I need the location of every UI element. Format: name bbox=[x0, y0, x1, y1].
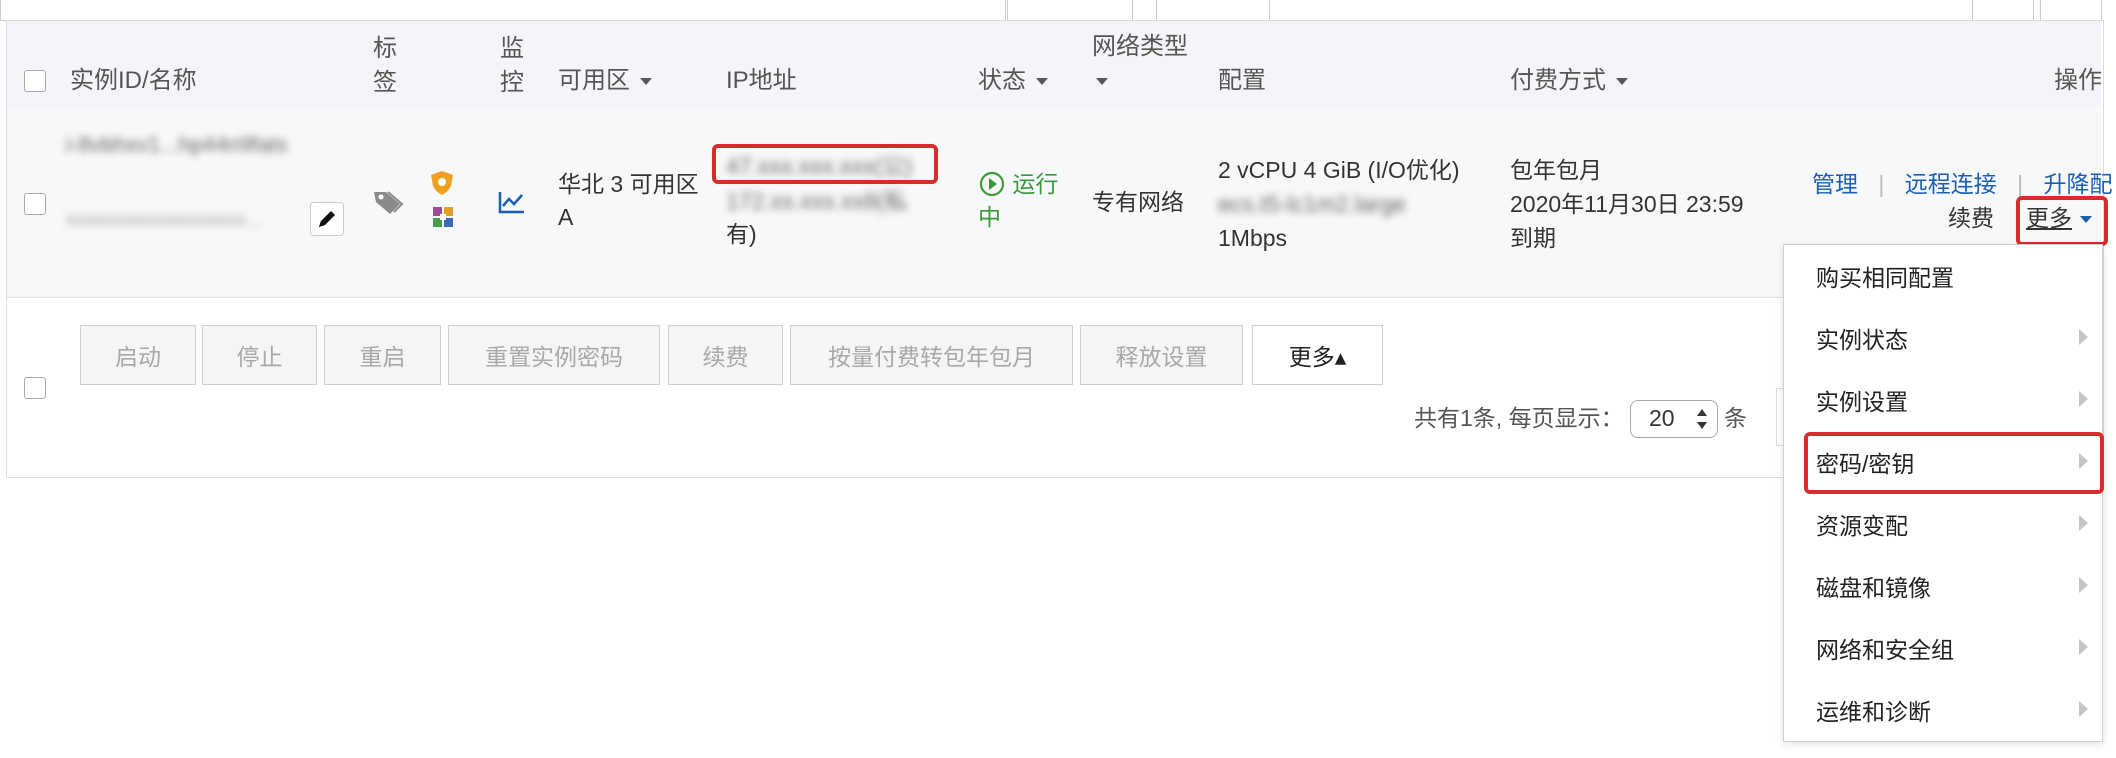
menu-item-disk-image[interactable]: 磁盘和镜像 bbox=[1784, 555, 2102, 617]
remote-connect-link[interactable]: 远程连接 bbox=[1905, 171, 1997, 197]
billing-expiry-suffix: 到期 bbox=[1510, 225, 1556, 251]
top-filter-button[interactable] bbox=[1156, 0, 1270, 21]
more-toolbar-button[interactable]: 更多▴ bbox=[1252, 325, 1383, 385]
stepper-down-icon[interactable] bbox=[1697, 422, 1707, 429]
stepper-up-icon[interactable] bbox=[1697, 409, 1707, 416]
stop-button[interactable]: 停止 bbox=[202, 325, 317, 385]
top-toolbar-button-2[interactable] bbox=[2040, 0, 2102, 21]
menu-item-instance-settings[interactable]: 实例设置 bbox=[1784, 369, 2102, 431]
top-search-button[interactable] bbox=[1007, 0, 1133, 21]
select-all-checkbox[interactable] bbox=[24, 70, 46, 92]
status-filter-caret-icon[interactable] bbox=[1036, 78, 1048, 86]
network-type: 专有网络 bbox=[1092, 189, 1184, 215]
header-zone[interactable]: 可用区 bbox=[558, 64, 652, 98]
restart-button[interactable]: 重启 bbox=[324, 325, 441, 385]
ip-highlight-box bbox=[712, 144, 938, 184]
config-instance-type[interactable]: ecs.t5-lc1m2.large bbox=[1218, 188, 1406, 221]
header-monitor: 监控 bbox=[500, 32, 530, 100]
play-circle-icon bbox=[979, 171, 1005, 197]
header-network-label: 网络类型 bbox=[1092, 33, 1188, 60]
pencil-icon bbox=[319, 211, 335, 227]
header-instance-id: 实例ID/名称 bbox=[70, 67, 197, 94]
header-status[interactable]: 状态 bbox=[978, 64, 1048, 98]
status-text-2: 中 bbox=[978, 204, 1001, 230]
zone-value: 华北 3 可用区 A bbox=[558, 171, 699, 230]
submenu-arrow-icon bbox=[2079, 391, 2088, 407]
instance-name: xxxxxxxxxxxxxxxxxx... bbox=[66, 209, 263, 231]
tag-icon[interactable] bbox=[372, 188, 404, 223]
submenu-arrow-icon bbox=[2079, 515, 2088, 531]
header-ip: IP地址 bbox=[726, 67, 797, 94]
menu-item-label: 运维和诊断 bbox=[1816, 699, 1931, 725]
submenu-arrow-icon bbox=[2079, 329, 2088, 345]
ip-private: 172.xx.xxx.xx8(私 有) bbox=[726, 185, 908, 251]
page-size-select[interactable]: 20 bbox=[1630, 400, 1718, 438]
network-filter-caret-icon[interactable] bbox=[1096, 78, 1108, 86]
status-text-1: 运行 bbox=[1012, 171, 1059, 197]
password-menu-highlight-box bbox=[1804, 432, 2104, 494]
menu-item-instance-status[interactable]: 实例状态 bbox=[1784, 307, 2102, 369]
page-size-value: 20 bbox=[1649, 405, 1675, 431]
edit-name-button[interactable] bbox=[310, 202, 344, 236]
header-billing[interactable]: 付费方式 bbox=[1510, 64, 1628, 98]
convert-billing-button[interactable]: 按量付费转包年包月 bbox=[790, 325, 1073, 385]
row-checkbox[interactable] bbox=[24, 193, 46, 215]
header-actions: 操作 bbox=[2054, 67, 2102, 94]
header-monitor-text: 监控 bbox=[500, 35, 524, 96]
header-network[interactable]: 网络类型 bbox=[1092, 30, 1188, 98]
status-running: 运行 中 bbox=[978, 168, 1058, 234]
bulk-select-checkbox[interactable] bbox=[24, 377, 46, 399]
renew-button[interactable]: 续费 bbox=[668, 325, 783, 385]
billing-filter-caret-icon[interactable] bbox=[1616, 78, 1628, 86]
menu-item-resource-change[interactable]: 资源变配 bbox=[1784, 493, 2102, 555]
menu-item-label: 磁盘和镜像 bbox=[1816, 575, 1931, 601]
submenu-arrow-icon bbox=[2079, 639, 2088, 655]
start-button[interactable]: 启动 bbox=[80, 325, 196, 385]
header-tag-text: 标签 bbox=[373, 35, 397, 96]
pagination-unit: 条 bbox=[1724, 405, 1747, 431]
pagination-total: 共有1条, 每页显示： bbox=[1414, 405, 1624, 431]
centos-icon bbox=[430, 204, 456, 237]
renew-link[interactable]: 续费 bbox=[1948, 202, 1994, 235]
menu-item-buy-same-config[interactable]: 购买相同配置 bbox=[1784, 245, 2102, 307]
header-zone-label: 可用区 bbox=[558, 67, 630, 94]
action-separator: | bbox=[1878, 171, 1885, 197]
menu-item-label: 资源变配 bbox=[1816, 513, 1908, 539]
config-bandwidth: 1Mbps bbox=[1218, 225, 1288, 251]
table-header bbox=[7, 21, 2101, 108]
release-settings-button[interactable]: 释放设置 bbox=[1080, 325, 1243, 385]
upgrade-downgrade-link[interactable]: 升降配 bbox=[2044, 171, 2113, 197]
menu-item-ops-diagnostics[interactable]: 运维和诊断 bbox=[1784, 679, 2102, 741]
billing-expiry: 2020年11月30日 23:59 bbox=[1510, 191, 1744, 217]
header-config: 配置 bbox=[1218, 67, 1266, 94]
menu-item-label: 购买相同配置 bbox=[1816, 265, 1954, 291]
top-search-field[interactable] bbox=[0, 0, 1006, 21]
header-billing-label: 付费方式 bbox=[1510, 67, 1606, 94]
monitor-chart-icon[interactable] bbox=[498, 190, 526, 221]
menu-item-label: 网络和安全组 bbox=[1816, 637, 1954, 663]
ip-private-text: 172.xx.xxx.xx8(私 bbox=[726, 188, 908, 214]
zone-filter-caret-icon[interactable] bbox=[640, 78, 652, 86]
billing-type: 包年包月 bbox=[1510, 157, 1602, 183]
security-shield-icon[interactable] bbox=[430, 170, 454, 203]
action-separator: | bbox=[2017, 171, 2024, 197]
menu-item-network-security[interactable]: 网络和安全组 bbox=[1784, 617, 2102, 679]
config-spec: 2 vCPU 4 GiB (I/O优化) bbox=[1218, 157, 1460, 183]
header-status-label: 状态 bbox=[978, 67, 1026, 94]
manage-link[interactable]: 管理 bbox=[1812, 171, 1858, 197]
submenu-arrow-icon bbox=[2079, 701, 2088, 717]
submenu-arrow-icon bbox=[2079, 577, 2088, 593]
top-toolbar-button-1[interactable] bbox=[1972, 0, 2034, 21]
menu-item-label: 实例设置 bbox=[1816, 389, 1908, 415]
header-tag: 标签 bbox=[373, 32, 403, 100]
instance-id-link[interactable]: i-8vbhxv1...hp44n9fats bbox=[66, 128, 287, 161]
ip-private-suffix: 有) bbox=[726, 221, 757, 247]
more-highlight-box bbox=[2016, 196, 2108, 246]
reset-password-button[interactable]: 重置实例密码 bbox=[448, 325, 660, 385]
menu-item-label: 实例状态 bbox=[1816, 327, 1908, 353]
